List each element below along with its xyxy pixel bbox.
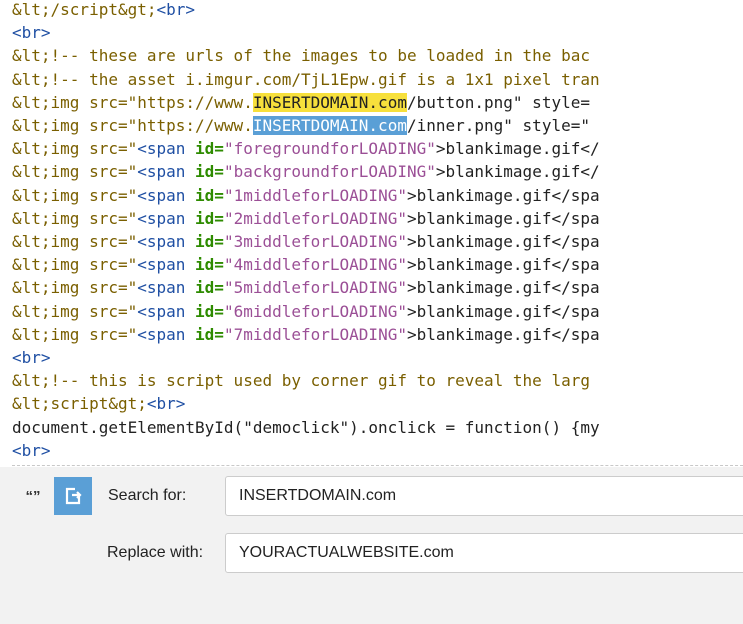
code-line: <br> [12, 346, 51, 369]
replace-label: Replace with: [107, 544, 204, 561]
code-token: <span [137, 301, 196, 321]
code-token: >blankimage.gif</spa [406, 185, 600, 205]
code-line: &lt;img src="<span id="3middleforLOADING… [12, 230, 600, 253]
code-line: document.getElementById("democlick").onc… [12, 416, 600, 439]
code-token: &lt;img src=" [12, 324, 138, 344]
code-line: &lt;img src="<span id="backgroundforLOAD… [12, 160, 600, 183]
code-line: &lt;img src="<span id="2middleforLOADING… [12, 207, 600, 230]
code-token: >blankimage.gif</spa [406, 208, 600, 228]
code-line: &lt;/script&gt;<br> [12, 0, 195, 21]
code-token: id= [195, 301, 224, 321]
code-token: >blankimage.gif</spa [406, 324, 600, 344]
search-input[interactable]: INSERTDOMAIN.com [225, 476, 743, 516]
code-token: <br> [12, 348, 51, 367]
code-token: "2middleforLOADING" [223, 208, 407, 228]
code-token: &lt;img src=" [12, 278, 138, 298]
code-token: document.getElementById("democlick").onc… [12, 417, 600, 437]
code-token: id= [195, 208, 224, 228]
code-token: id= [195, 324, 224, 344]
code-line: &lt;img src="<span id="4middleforLOADING… [12, 253, 600, 276]
code-token: "backgroundforLOADING" [223, 162, 436, 182]
code-token: "4middleforLOADING" [223, 255, 407, 275]
code-token: id= [195, 185, 224, 205]
editor-divider [12, 465, 743, 466]
code-token: <span [137, 232, 196, 251]
code-line: <br> [12, 439, 51, 462]
code-token: <span [137, 185, 196, 205]
search-match-highlight: INSERTDOMAIN.com [252, 92, 407, 112]
code-token: &lt;img src=" [12, 162, 138, 182]
code-token: &lt;img src="https://www. [12, 116, 253, 135]
code-token: <br> [156, 0, 196, 19]
code-token: <br> [12, 440, 51, 460]
code-token: "3middleforLOADING" [223, 232, 407, 251]
code-token: >blankimage.gif</spa [406, 301, 600, 321]
current-match-highlight: INSERTDOMAIN.com [252, 116, 407, 135]
code-token: &lt;img src=" [12, 255, 138, 275]
code-token: id= [195, 232, 224, 251]
code-token: >blankimage.gif</spa [406, 278, 600, 298]
code-token: id= [195, 278, 224, 298]
code-line: &lt;script&gt;<br> [12, 392, 185, 415]
quote-icon[interactable]: “” [16, 479, 50, 513]
code-token: &lt;script&gt; [12, 394, 147, 414]
code-token: id= [195, 255, 224, 275]
code-token: >blankimage.gif</ [435, 162, 600, 182]
replace-toggle-icon [65, 487, 82, 505]
code-token: <span [137, 324, 196, 344]
code-token: &lt;/script&gt; [12, 0, 157, 19]
code-token: <span [137, 208, 196, 228]
code-line: &lt;!-- this is script used by corner gi… [12, 369, 590, 392]
code-token: &lt;!-- the asset i.imgur.com/TjL1Epw.gi… [12, 69, 600, 89]
code-line: <br> [12, 21, 51, 44]
code-token: "foregroundforLOADING" [223, 139, 436, 159]
code-token: id= [195, 139, 224, 159]
code-line: &lt;img src="<span id="6middleforLOADING… [12, 300, 600, 323]
code-token: &lt;img src=" [12, 185, 138, 205]
code-token: &lt;img src="https://www. [12, 92, 253, 112]
code-token: /inner.png" style=" [406, 116, 590, 135]
code-line: &lt;img src="https://www.INSERTDOMAIN.co… [12, 114, 590, 137]
code-token: &lt;img src=" [12, 232, 138, 251]
code-line: &lt;img src="https://www.INSERTDOMAIN.co… [12, 91, 590, 114]
code-token: "7middleforLOADING" [223, 324, 407, 344]
code-token: &lt;img src=" [12, 208, 138, 228]
code-token: >blankimage.gif</spa [406, 232, 600, 251]
search-label: Search for: [108, 487, 187, 504]
code-editor[interactable]: &lt;/script&gt;<br> <br> &lt;!-- these are… [0, 0, 743, 465]
code-line: &lt;img src="<span id="5middleforLOADING… [12, 276, 600, 299]
code-token: >blankimage.gif</spa [406, 255, 600, 275]
code-token: "6middleforLOADING" [223, 301, 407, 321]
code-token: <span [137, 162, 196, 182]
toggle-replace-button[interactable] [54, 477, 92, 515]
code-token: <span [137, 139, 196, 159]
code-line: &lt;img src="<span id="1middleforLOADING… [12, 184, 600, 207]
code-token: <br> [12, 23, 51, 43]
code-token: /button.png" style= [406, 92, 590, 112]
code-token: &lt;!-- this is script used by corner gi… [12, 371, 590, 391]
code-token: "1middleforLOADING" [223, 185, 407, 205]
code-line: &lt;!-- the asset i.imgur.com/TjL1Epw.gi… [12, 68, 600, 91]
code-token: &lt;!-- these are urls of the images to … [12, 46, 590, 66]
code-line: &lt;img src="<span id="foregroundforLOAD… [12, 137, 600, 160]
code-token: <span [137, 255, 196, 275]
code-token: id= [195, 162, 224, 182]
replace-input[interactable]: YOURACTUALWEBSITE.com [225, 533, 743, 573]
find-replace-panel: “” Search for: INSERTDOMAIN.com Replace … [0, 467, 743, 624]
code-line: &lt;img src="<span id="7middleforLOADING… [12, 323, 600, 346]
code-token: <span [137, 278, 196, 298]
code-token: &lt;img src=" [12, 139, 138, 159]
code-token: &lt;img src=" [12, 301, 138, 321]
code-line: &lt;!-- these are urls of the images to … [12, 44, 590, 67]
code-token: "5middleforLOADING" [223, 278, 407, 298]
code-token: <br> [146, 394, 186, 414]
code-token: >blankimage.gif</ [435, 139, 600, 159]
